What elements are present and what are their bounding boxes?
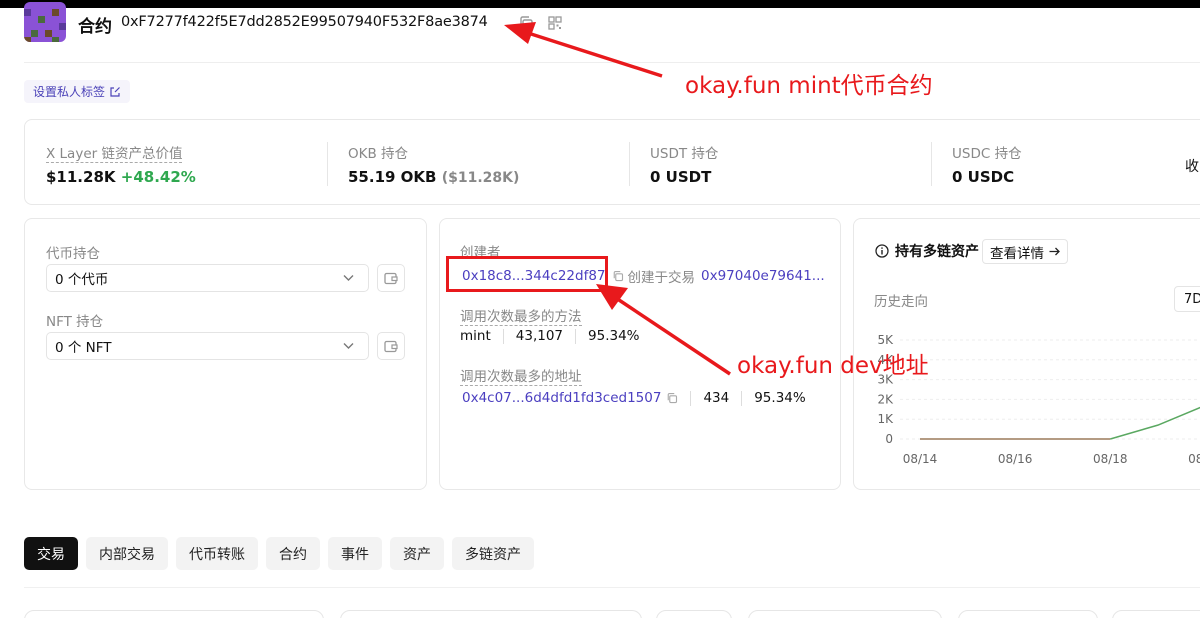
qr-code-icon[interactable]	[546, 14, 564, 32]
chevron-down-icon	[343, 342, 354, 350]
tab-token-transfers[interactable]: 代币转账	[176, 537, 258, 570]
stat-truncated-label: 收	[1185, 159, 1199, 175]
chart-y-tick-label: 0	[885, 432, 893, 446]
created-in-label: 创建于交易	[627, 270, 696, 286]
edit-icon	[109, 86, 121, 98]
set-private-tag-label: 设置私人标签	[33, 85, 106, 99]
copy-icon[interactable]	[612, 270, 624, 282]
copy-icon[interactable]	[517, 14, 535, 32]
history-label: 历史走向	[874, 294, 928, 310]
tab-bar: 交易 内部交易 代币转账 合约 事件 资产 多链资产	[24, 537, 534, 570]
row-divider	[502, 328, 504, 344]
stat-total-value: X Layer 链资产总价值 $11.28K +48.42%	[46, 142, 196, 186]
multichain-title-text: 持有多链资产	[895, 244, 979, 260]
stat-divider	[327, 142, 328, 186]
address-count: 434	[703, 390, 730, 406]
filter-stub[interactable]	[340, 610, 642, 618]
row-divider	[690, 390, 692, 406]
filter-stub[interactable]	[656, 610, 732, 618]
copy-icon[interactable]	[666, 392, 678, 404]
stat-change: +48.42%	[120, 168, 196, 186]
stat-usdt: USDT 持仓 0 USDT	[650, 142, 718, 186]
chart-y-tick-label: 5K	[877, 333, 894, 347]
tabs-divider	[24, 587, 1200, 588]
top-address-link[interactable]: 0x4c07...6d4dfd1fd3ced1507	[462, 390, 661, 406]
annotation-contract-text: okay.fun mint代币合约	[685, 73, 933, 99]
filter-stub[interactable]	[958, 610, 1098, 618]
nft-holdings-select[interactable]: 0 个 NFT	[46, 332, 369, 360]
nft-holdings-label: NFT 持仓	[46, 314, 104, 330]
filter-stub[interactable]	[1112, 610, 1200, 618]
view-details-label: 查看详情	[990, 245, 1044, 262]
wallet-icon[interactable]	[377, 264, 405, 292]
highlight-box	[446, 256, 608, 292]
row-divider	[741, 390, 743, 406]
tab-events[interactable]: 事件	[328, 537, 382, 570]
chevron-down-icon	[343, 274, 354, 282]
stat-label: USDC 持仓	[952, 146, 1022, 162]
stat-label: OKB 持仓	[348, 146, 409, 162]
chart-x-tick-label: 08/16	[998, 452, 1033, 466]
top-method-row: mint 43,107 95.34%	[460, 328, 640, 344]
stat-value: $11.28K	[46, 168, 116, 186]
set-private-tag-button[interactable]: 设置私人标签	[24, 80, 131, 103]
top-method-label: 调用次数最多的方法	[460, 309, 582, 326]
stat-label: X Layer 链资产总价值	[46, 146, 183, 163]
creation-tx-link[interactable]: 0x97040e79641...	[701, 268, 825, 284]
stat-divider	[931, 142, 932, 186]
filter-stub[interactable]	[748, 610, 942, 618]
window-top-bar	[0, 0, 1200, 8]
method-name: mint	[460, 328, 491, 344]
method-count: 43,107	[515, 328, 564, 344]
stat-usdc: USDC 持仓 0 USDC	[952, 142, 1022, 186]
tab-transactions[interactable]: 交易	[24, 537, 78, 570]
asset-stats-card: X Layer 链资产总价值 $11.28K +48.42% OKB 持仓 55…	[24, 119, 1200, 205]
chart-y-tick-label: 1K	[877, 412, 894, 426]
view-details-button[interactable]: 查看详情	[982, 239, 1068, 264]
chart-y-tick-label: 2K	[877, 392, 894, 406]
stat-value: 0 USDC	[952, 168, 1015, 186]
method-pct: 95.34%	[588, 328, 640, 344]
time-range-select[interactable]: 7D	[1174, 286, 1200, 312]
chart-x-tick-label: 08/20	[1188, 452, 1200, 466]
address-pct: 95.34%	[754, 390, 806, 406]
header-divider	[24, 62, 1200, 63]
top-address-row: 0x4c07...6d4dfd1fd3ced1507 434 95.34%	[462, 390, 806, 406]
stat-label: USDT 持仓	[650, 146, 719, 162]
token-holdings-select[interactable]: 0 个代币	[46, 264, 369, 292]
tab-assets[interactable]: 资产	[390, 537, 444, 570]
time-range-value: 7D	[1184, 291, 1200, 307]
tab-contract[interactable]: 合约	[266, 537, 320, 570]
stat-okb: OKB 持仓 55.19 OKB ($11.28K)	[348, 142, 519, 186]
tab-multichain-assets[interactable]: 多链资产	[452, 537, 534, 570]
tab-internal-transactions[interactable]: 内部交易	[86, 537, 168, 570]
token-holdings-label: 代币持仓	[46, 246, 100, 262]
wallet-icon[interactable]	[377, 332, 405, 360]
multichain-title: 持有多链资产	[875, 241, 979, 261]
stat-divider	[629, 142, 630, 186]
chart-x-tick-label: 08/18	[1093, 452, 1128, 466]
nft-holdings-value: 0 个 NFT	[55, 340, 112, 356]
top-address-label: 调用次数最多的地址	[460, 369, 582, 386]
row-divider	[575, 328, 577, 344]
filter-stub[interactable]	[24, 610, 324, 618]
annotation-dev-text: okay.fun dev地址	[737, 353, 929, 379]
contract-address: 0xF7277f422f5E7dd2852E99507940F532F8ae38…	[121, 14, 488, 30]
contract-avatar	[24, 2, 66, 42]
arrow-right-icon	[1049, 247, 1060, 256]
page-title: 合约	[78, 17, 112, 37]
stat-value: 0 USDT	[650, 168, 712, 186]
token-holdings-value: 0 个代币	[55, 272, 109, 288]
stat-sub-value: ($11.28K)	[441, 170, 520, 186]
stat-value: 55.19 OKB	[348, 168, 437, 186]
info-icon	[875, 244, 889, 258]
chart-x-tick-label: 08/14	[903, 452, 938, 466]
